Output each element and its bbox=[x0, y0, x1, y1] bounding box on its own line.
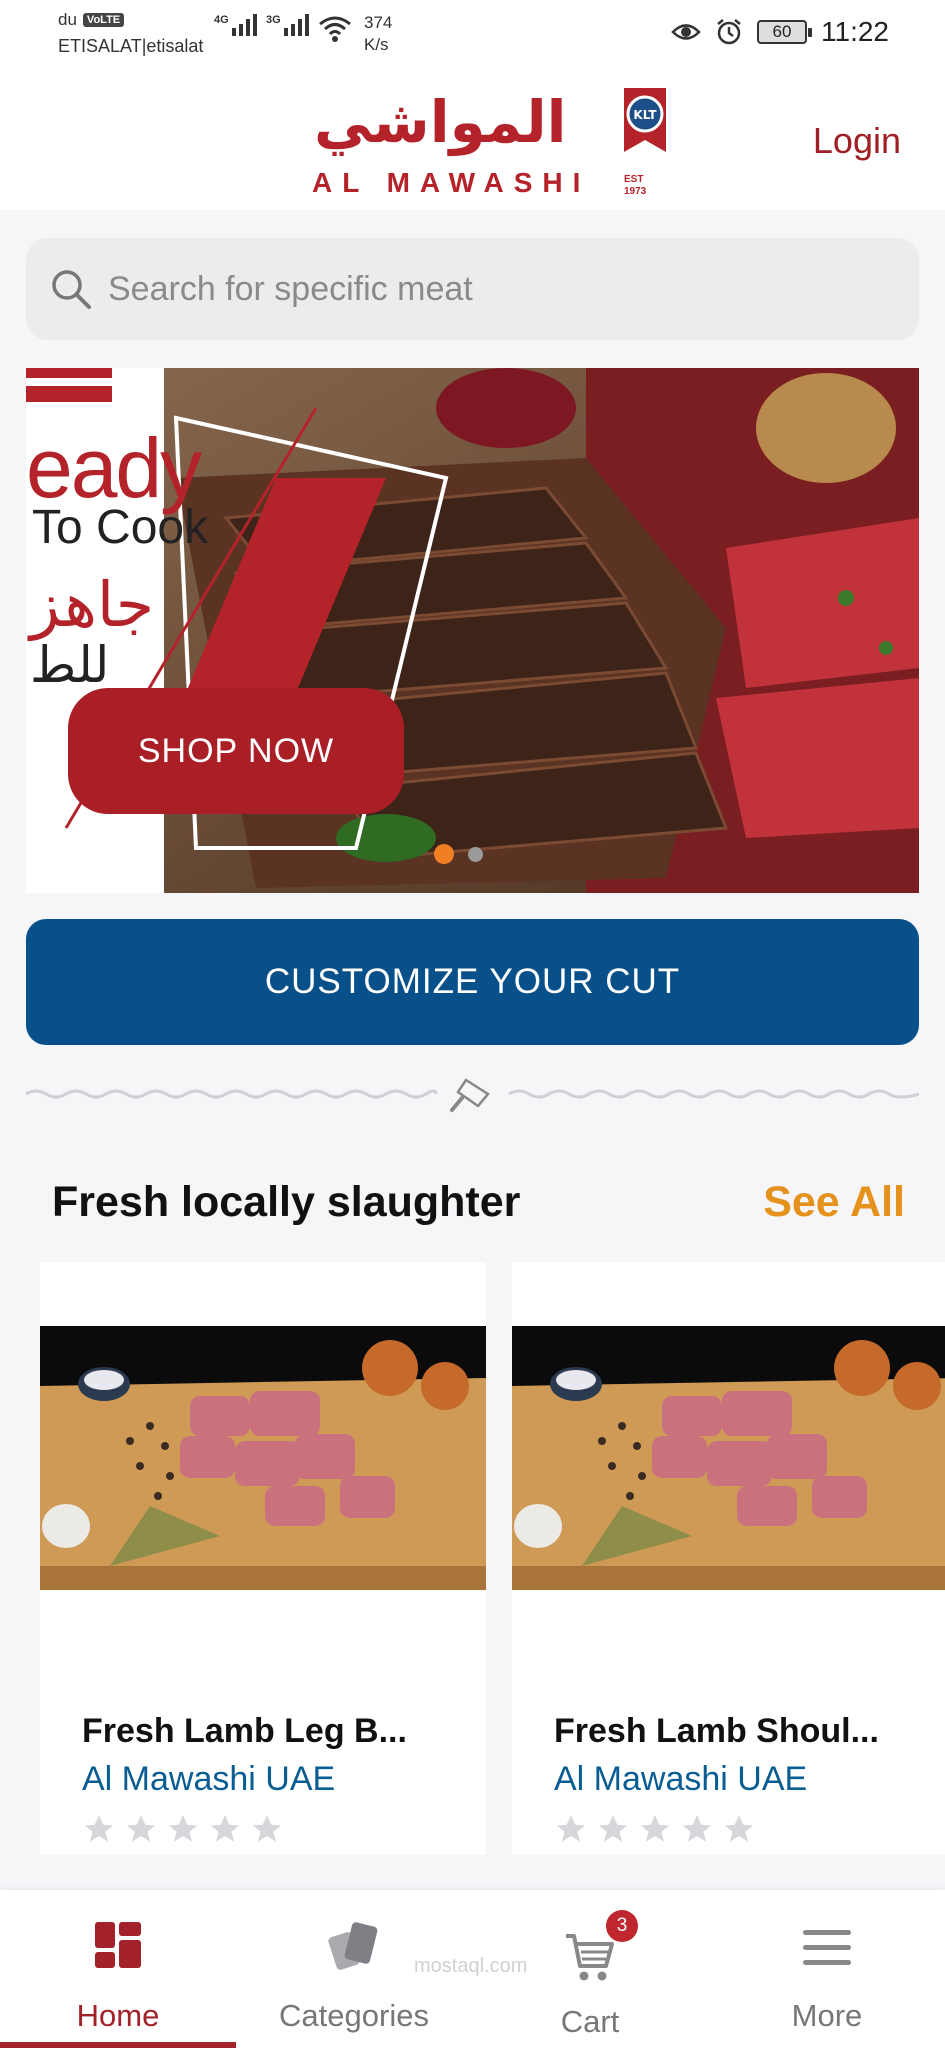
battery-icon: 60 bbox=[757, 20, 812, 44]
star-icon bbox=[640, 1814, 670, 1842]
promo-banner[interactable]: eady To Cook جاهز للط SHOP NOW bbox=[26, 368, 919, 893]
logo-emblem: KLT bbox=[624, 88, 666, 152]
eye-comfort-icon bbox=[671, 24, 701, 40]
login-link[interactable]: Login bbox=[813, 120, 901, 162]
nav-cart-label: Cart bbox=[560, 2004, 620, 2039]
search-input[interactable] bbox=[108, 269, 888, 309]
carrier-primary: du VoLTE bbox=[58, 10, 125, 30]
star-icon bbox=[556, 1814, 586, 1842]
star-icon bbox=[168, 1814, 198, 1842]
banner-stripes bbox=[26, 368, 112, 402]
product-image bbox=[40, 1326, 486, 1590]
section-title: Fresh locally slaughter bbox=[52, 1178, 521, 1226]
star-icon bbox=[598, 1814, 628, 1842]
logo-emblem-text: KLT bbox=[633, 108, 657, 122]
star-icon bbox=[84, 1814, 114, 1842]
cart-count-badge: 3 bbox=[606, 1910, 638, 1942]
logo-english-text: AL MAWASHI bbox=[312, 167, 590, 198]
menu-icon bbox=[803, 1930, 851, 1965]
app-header: المواشي KLT AL MAWASHI EST 1973 Login bbox=[0, 70, 945, 210]
network-speed: 374 K/s bbox=[364, 13, 393, 54]
logo-year-text: 1973 bbox=[624, 186, 647, 197]
shop-now-button[interactable]: SHOP NOW bbox=[68, 688, 404, 814]
nav-home[interactable]: Home bbox=[0, 1890, 236, 2048]
rating-stars bbox=[554, 1812, 756, 1846]
volte-badge: VoLTE bbox=[82, 13, 125, 27]
carrier-secondary: ETISALAT|etisalat bbox=[58, 36, 204, 56]
brand-logo[interactable]: المواشي KLT AL MAWASHI EST 1973 bbox=[306, 80, 676, 200]
product-brand: Al Mawashi UAE bbox=[554, 1760, 808, 1798]
star-icon bbox=[126, 1814, 156, 1842]
categories-icon bbox=[328, 1922, 378, 1970]
product-name: Fresh Lamb Shoul... bbox=[554, 1712, 879, 1750]
carousel-dot-active[interactable] bbox=[434, 844, 454, 864]
nav-more-label: More bbox=[791, 1998, 863, 2033]
watermark: mostaql.com bbox=[414, 1955, 528, 1977]
banner-arabic-line-1: جاهز bbox=[30, 571, 155, 640]
wifi-icon bbox=[319, 16, 351, 42]
product-brand: Al Mawashi UAE bbox=[82, 1760, 336, 1798]
alarm-icon bbox=[717, 19, 741, 45]
signal-4g-icon: 4G bbox=[214, 14, 257, 36]
status-right: 60 11:22 bbox=[671, 16, 889, 48]
nav-more[interactable]: More bbox=[709, 1890, 945, 2048]
product-card[interactable]: Fresh Lamb Shoul... Al Mawashi UAE bbox=[512, 1262, 945, 1855]
home-grid-icon bbox=[95, 1922, 141, 1968]
customize-cut-button[interactable]: CUSTOMIZE YOUR CUT bbox=[26, 919, 919, 1045]
carousel-dot[interactable] bbox=[468, 847, 483, 862]
product-image bbox=[512, 1326, 945, 1590]
star-icon bbox=[252, 1814, 282, 1842]
see-all-link[interactable]: See All bbox=[763, 1178, 905, 1227]
product-name: Fresh Lamb Leg B... bbox=[82, 1712, 407, 1750]
status-bar: du VoLTE ETISALAT|etisalat 4G 3G 374 K/s… bbox=[0, 0, 945, 70]
search-bar[interactable] bbox=[26, 238, 919, 340]
banner-subline: To Cook bbox=[32, 501, 209, 554]
search-icon bbox=[52, 270, 91, 309]
nav-categories-label: Categories bbox=[279, 1998, 429, 2033]
star-icon bbox=[682, 1814, 712, 1842]
signal-3g-icon: 3G bbox=[266, 14, 309, 36]
product-card[interactable]: Fresh Lamb Leg B... Al Mawashi UAE bbox=[40, 1262, 486, 1855]
section-divider bbox=[26, 1078, 919, 1112]
logo-arabic-text: المواشي bbox=[314, 88, 567, 157]
star-icon bbox=[210, 1814, 240, 1842]
logo-est-text: EST bbox=[624, 174, 643, 185]
cleaver-icon bbox=[450, 1078, 490, 1112]
star-icon bbox=[724, 1814, 754, 1842]
nav-active-indicator bbox=[0, 2042, 236, 2048]
nav-home-label: Home bbox=[76, 1998, 160, 2033]
rating-stars bbox=[82, 1812, 284, 1846]
clock: 11:22 bbox=[821, 16, 889, 47]
banner-arabic-line-2: للط bbox=[30, 637, 110, 693]
cart-icon bbox=[566, 1934, 614, 1981]
